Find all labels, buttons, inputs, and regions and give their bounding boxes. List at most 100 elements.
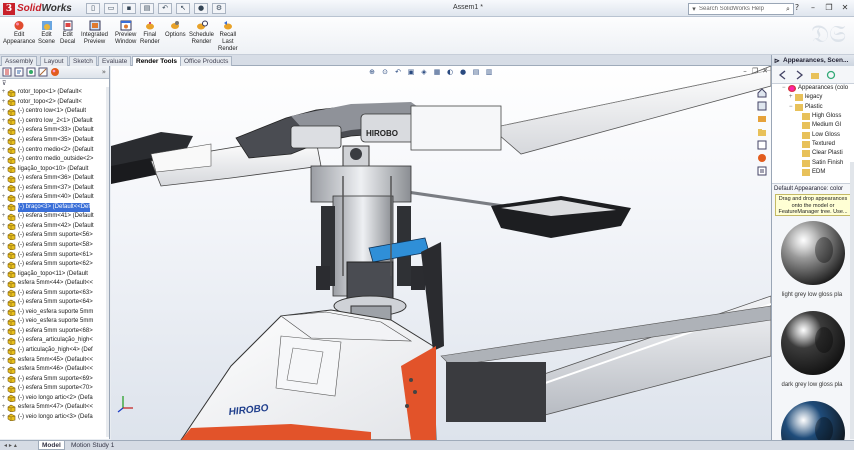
integrated-preview-button[interactable]: Integrated Preview [81, 20, 108, 46]
expand-toggle-icon[interactable]: + [0, 279, 7, 288]
file-explorer-icon[interactable] [757, 127, 767, 137]
display-manager-icon[interactable] [50, 67, 60, 77]
expand-toggle-icon[interactable]: + [0, 384, 7, 393]
expand-toggle-icon[interactable]: + [0, 356, 7, 365]
preview-window-button[interactable]: Preview Window [115, 20, 136, 46]
feature-tree-item[interactable]: + (-) centro medio_outside<2> [0, 155, 109, 165]
schedule-render-button[interactable]: Schedule Render [189, 20, 214, 46]
feature-tree-item[interactable]: + esfera 5mm<44> (Default<< [0, 279, 109, 289]
recall-last-render-button[interactable]: Recall Last Render [218, 20, 238, 53]
appearance-folder-item[interactable]: Clear Plasti [778, 149, 854, 158]
feature-tree-item[interactable]: + (-) esfera 5mm<40> (Default [0, 193, 109, 203]
expand-toggle-icon[interactable]: + [0, 212, 7, 221]
tab-model[interactable]: Model [38, 441, 65, 450]
feature-tree-item[interactable]: + (-) veio_esfera suporte 5mm [0, 317, 109, 327]
section-view-icon[interactable]: ▣ [406, 68, 416, 77]
expand-toggle-icon[interactable]: + [0, 403, 7, 412]
expand-toggle-icon[interactable]: + [0, 165, 7, 174]
expand-toggle-icon[interactable]: + [0, 136, 7, 145]
appearance-folder-item[interactable]: EDM [778, 168, 854, 177]
open-button[interactable]: ▭ [104, 3, 118, 14]
feature-tree-item[interactable]: + esfera 5mm<45> (Default<< [0, 355, 109, 365]
minimize-button[interactable]: – [806, 3, 820, 14]
design-library-icon[interactable] [757, 114, 767, 124]
feature-tree-item[interactable]: + (-) veio_esfera suporte 5mm [0, 308, 109, 318]
undo-button[interactable]: ↶ [158, 3, 172, 14]
restore-button[interactable]: ❐ [822, 3, 836, 14]
feature-tree-item[interactable]: + (-) esfera 5mm suporte<69> [0, 374, 109, 384]
feature-tree-icon[interactable] [2, 67, 12, 77]
expand-toggle-icon[interactable]: + [0, 222, 7, 231]
print-button[interactable]: ▤ [140, 3, 154, 14]
expand-toggle-icon[interactable]: + [0, 289, 7, 298]
expand-toggle-icon[interactable]: + [0, 98, 7, 107]
feature-tree-scrollbar[interactable] [106, 87, 109, 437]
expand-toggle-icon[interactable]: + [0, 260, 7, 269]
expand-toggle-icon[interactable]: + [0, 88, 7, 97]
appearance-swatch[interactable] [778, 218, 848, 288]
custom-properties-icon[interactable] [757, 166, 767, 176]
expand-toggle-icon[interactable]: + [0, 327, 7, 336]
search-scope-icon[interactable]: ▾ [689, 4, 699, 14]
tab-sketch[interactable]: Sketch [69, 56, 97, 66]
feature-tree-item[interactable]: + (-) articulação_high<4> (Def [0, 346, 109, 356]
view-settings-icon[interactable]: ▥ [484, 68, 494, 77]
feature-tree-item[interactable]: + ligação_topo<11> (Default [0, 269, 109, 279]
feature-tree-item[interactable]: + (-) esfera_articulação_high< [0, 336, 109, 346]
solidworks-logo[interactable]: 3 SolidWorks [3, 2, 72, 15]
feature-tree-item[interactable]: + (-) veio longo artic<3> (Defa [0, 413, 109, 423]
filter-icon[interactable]: ⊽ [2, 80, 6, 87]
appearance-folder-item[interactable]: − Plastic [778, 103, 854, 112]
view-orientation-icon[interactable]: ◈ [419, 68, 429, 77]
feature-tree-item[interactable]: + (-) centro medio<2> (Default [0, 145, 109, 155]
expand-toggle-icon[interactable]: + [0, 298, 7, 307]
feature-tree-item[interactable]: + (-) esfera 5mm<35> (Default [0, 136, 109, 146]
feature-tree-item[interactable]: + rotor_topo<1> (Default< [0, 88, 109, 98]
feature-tree-item[interactable]: + (-) esfera 5mm suporte<56> [0, 231, 109, 241]
expand-toggle-icon[interactable]: + [0, 308, 7, 317]
expand-toggle-icon[interactable]: + [0, 126, 7, 135]
feature-tree-item[interactable]: + esfera 5mm<46> (Default<< [0, 365, 109, 375]
dimxpert-icon[interactable] [38, 67, 48, 77]
tab-layout[interactable]: Layout [40, 56, 68, 66]
feature-tree-item[interactable]: + (-) esfera 5mm<33> (Default [0, 126, 109, 136]
close-button[interactable]: ✕ [838, 3, 852, 14]
feature-tree-item[interactable]: + (-) esfera 5mm<36> (Default [0, 174, 109, 184]
viewport-close-icon[interactable]: ✕ [761, 67, 769, 75]
refresh-icon[interactable] [826, 70, 836, 80]
feature-tree-item[interactable]: + (-) esfera 5mm suporte<58> [0, 241, 109, 251]
edit-appearance-button[interactable]: Edit Appearance [3, 20, 35, 46]
property-manager-icon[interactable] [14, 67, 24, 77]
expand-toggle-icon[interactable]: + [0, 203, 7, 212]
feature-tree-item[interactable]: + (-) centro low<1> (Default [0, 107, 109, 117]
edit-scene-button[interactable]: Edit Scene [38, 20, 55, 46]
tab-office-products[interactable]: Office Products [180, 56, 233, 66]
feature-tree-item[interactable]: + (-) braço<3> (Default<<Def [0, 202, 109, 213]
feature-tree-item[interactable]: + (-) esfera 5mm suporte<62> [0, 260, 109, 270]
feature-tree-item[interactable]: + (-) centro low_2<1> (Default [0, 117, 109, 127]
options-button[interactable]: ⚙ [212, 3, 226, 14]
expand-toggle-icon[interactable]: + [0, 155, 7, 164]
tab-evaluate[interactable]: Evaluate [98, 56, 132, 66]
feature-tree-item[interactable]: + (-) esfera 5mm suporte<63> [0, 288, 109, 298]
select-button[interactable]: ↖ [176, 3, 190, 14]
tab-render-tools[interactable]: Render Tools [132, 56, 182, 66]
appearances-icon[interactable] [757, 153, 767, 163]
expand-toggle-icon[interactable]: + [0, 184, 7, 193]
expand-toggle-icon[interactable]: + [0, 117, 7, 126]
tab-assembly[interactable]: Assembly [1, 56, 38, 66]
expand-toggle-icon[interactable]: + [0, 146, 7, 155]
tab-scroll-arrows-icon[interactable]: ◂ ▸ ▴ [4, 441, 17, 450]
panel-expand-icon[interactable]: » [102, 68, 106, 76]
hide-show-items-icon[interactable]: ◐ [445, 68, 455, 77]
feature-tree-item[interactable]: + (-) veio longo artic<2> (Defa [0, 394, 109, 404]
configuration-manager-icon[interactable] [26, 67, 36, 77]
help-button[interactable]: ? [790, 3, 804, 14]
home-icon[interactable] [757, 88, 767, 98]
final-render-button[interactable]: Final Render [140, 20, 160, 46]
edit-decal-button[interactable]: Edit Decal [60, 20, 75, 46]
previous-view-icon[interactable]: ↶ [393, 68, 403, 77]
forward-icon[interactable] [794, 69, 804, 80]
save-button[interactable]: ▪ [122, 3, 136, 14]
expand-toggle-icon[interactable]: + [0, 346, 7, 355]
